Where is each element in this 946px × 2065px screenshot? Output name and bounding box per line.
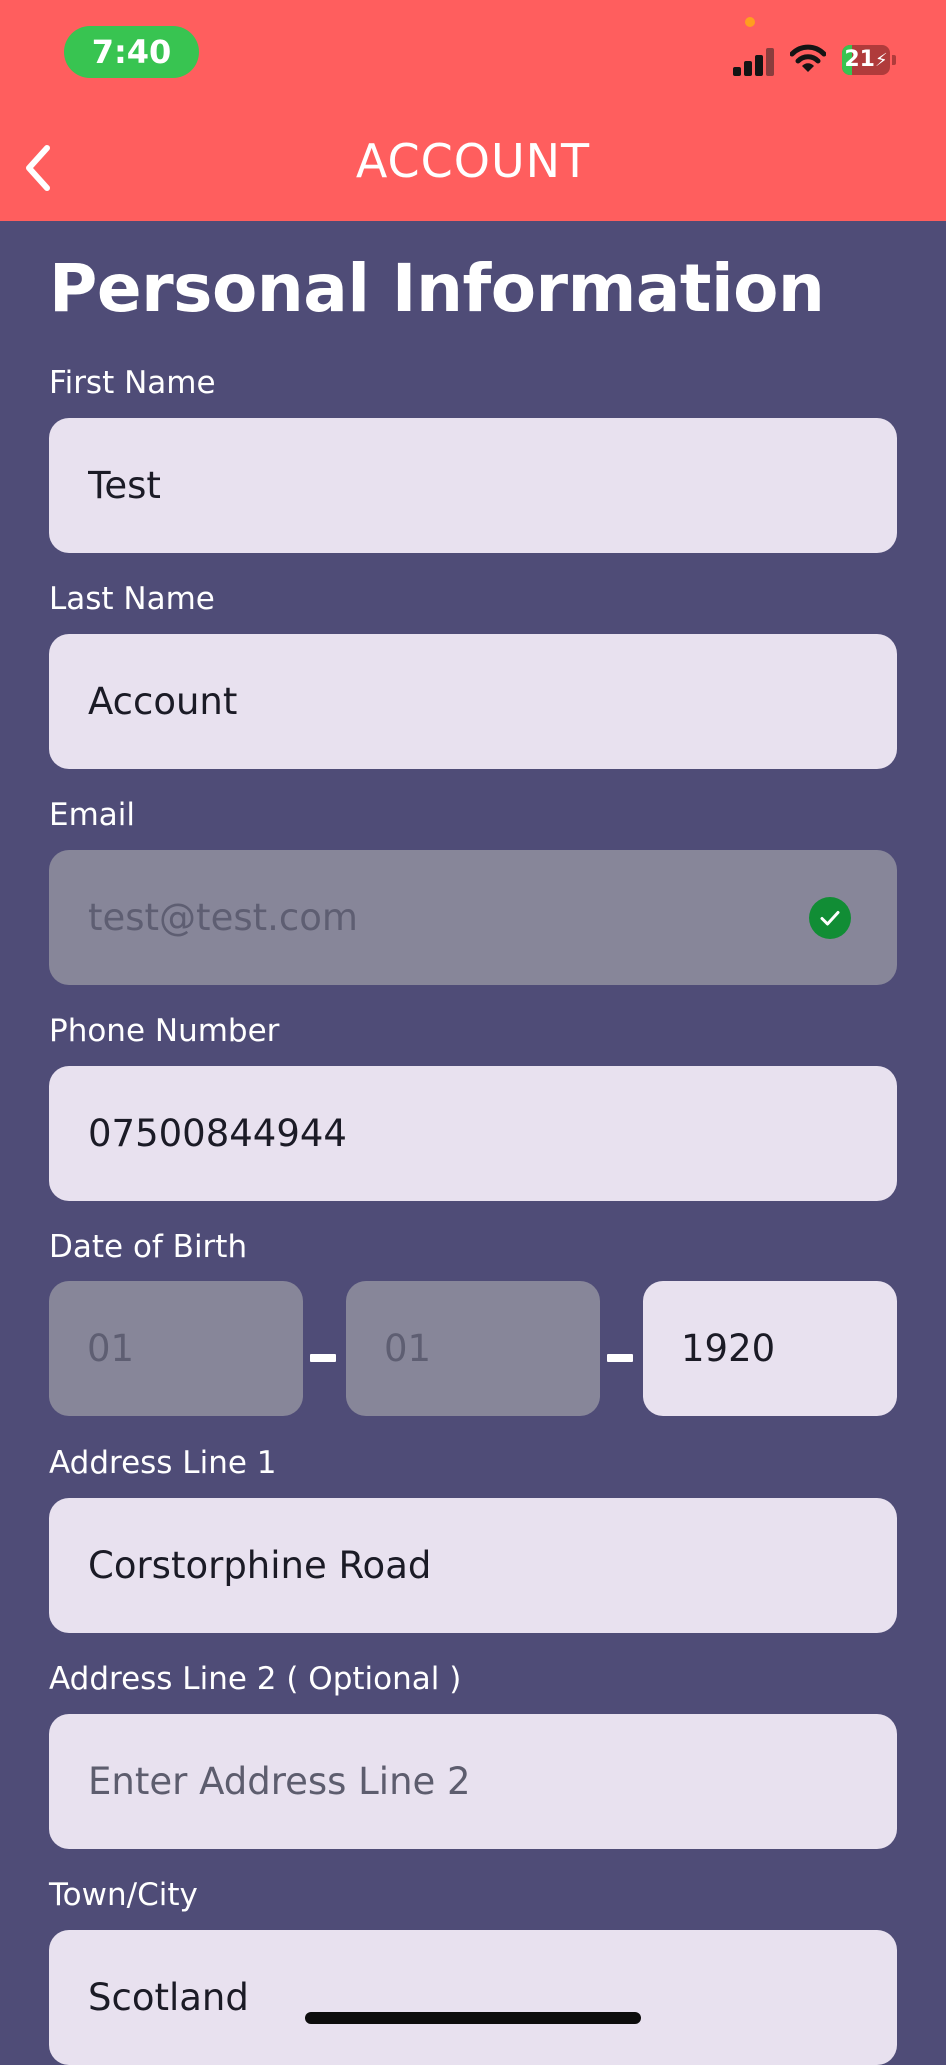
dob-year-container [643,1281,897,1416]
address-line-2-field[interactable] [88,1714,877,1849]
town-city-field-container [49,1930,897,2065]
last-name-field[interactable] [88,634,877,769]
email-field [88,850,877,985]
address-line-2-label: Address Line 2 ( Optional ) [49,1661,462,1697]
header-title: ACCOUNT [355,134,591,188]
dob-year-field[interactable] [681,1281,877,1416]
page-title: Personal Information [49,250,825,327]
address-line-1-field[interactable] [88,1498,877,1633]
phone-number-field[interactable] [88,1066,877,1201]
battery-icon: 21⚡ [842,45,896,75]
app-header: 7:40 21⚡ ACCOUNT [0,0,946,221]
cellular-signal-icon [733,46,775,76]
email-label: Email [49,797,136,833]
home-indicator [305,2012,641,2024]
dob-month-field [384,1281,580,1416]
town-city-label: Town/City [49,1877,198,1913]
address-line-1-label: Address Line 1 [49,1445,277,1481]
battery-level: 21 [844,47,875,72]
address-line-2-field-container [49,1714,897,1849]
phone-number-label: Phone Number [49,1013,280,1049]
email-field-container [49,850,897,985]
address-line-1-field-container [49,1498,897,1633]
first-name-field-container [49,418,897,553]
first-name-field[interactable] [88,418,877,553]
date-of-birth-label: Date of Birth [49,1229,248,1265]
dob-separator [310,1354,336,1362]
town-city-field[interactable] [88,1930,877,2065]
dob-month-container [346,1281,600,1416]
wifi-icon [790,44,826,72]
phone-number-field-container [49,1066,897,1201]
privacy-indicator-dot [745,17,755,27]
verified-check-icon [809,897,851,939]
dob-day-field [87,1281,283,1416]
last-name-field-container [49,634,897,769]
last-name-label: Last Name [49,581,215,617]
dob-day-container [49,1281,303,1416]
status-time: 7:40 [64,26,199,78]
dob-separator [607,1354,633,1362]
first-name-label: First Name [49,365,216,401]
